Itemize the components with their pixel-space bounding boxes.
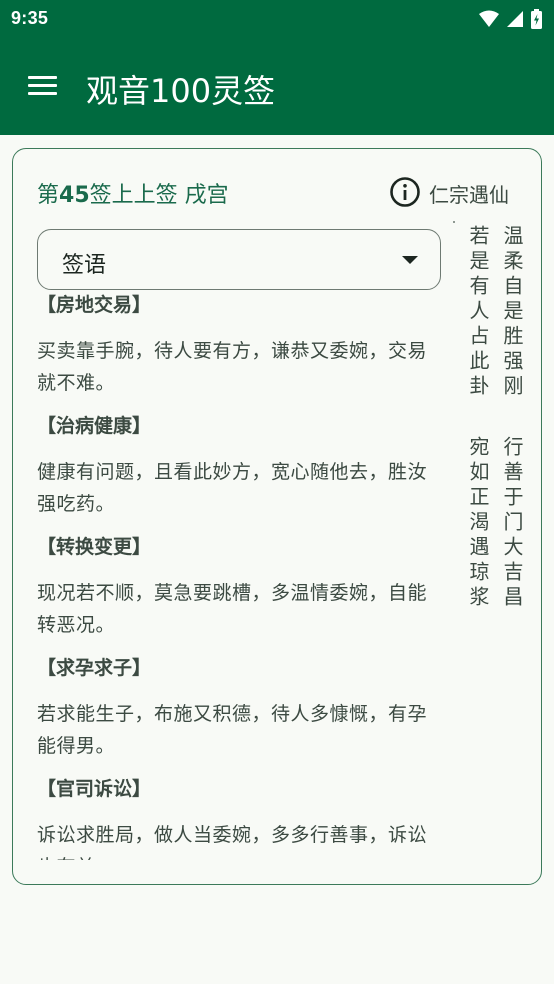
sign-title-suffix: 签上上签 戌宫 <box>89 183 229 208</box>
divider-dot <box>453 221 455 223</box>
sign-card: 第45签上上签 戌宫 仁宗遇仙 签语 【房地交易】 买卖靠手腕，待人要有方，谦恭… <box>12 148 542 885</box>
section-heading: 【官司诉讼】 <box>37 778 152 800</box>
poem-column-2: 若是有人占此卦 宛如正渴遇琼浆 <box>465 225 491 611</box>
interpretation-list[interactable]: 【房地交易】 买卖靠手腕，待人要有方，谦恭又委婉，交易就不难。 【治病健康】 健… <box>37 290 441 860</box>
section-lawsuit: 【官司诉讼】 诉讼求胜局，做人当委婉，多多行善事，诉讼也有益。 <box>37 774 441 860</box>
menu-icon[interactable] <box>28 76 58 98</box>
section-text: 现况若不顺，莫急要跳槽，多温情委婉，自能转恶况。 <box>37 582 428 636</box>
status-icons <box>479 9 542 29</box>
legend-name: 仁宗遇仙 <box>429 183 509 207</box>
cellular-signal-icon <box>507 11 523 27</box>
section-health: 【治病健康】 健康有问题，且看此妙方，宽心随他去，胜汝强吃药。 <box>37 411 441 520</box>
section-pregnancy: 【求孕求子】 若求能生子，布施又积德，待人多慷慨，有孕能得男。 <box>37 653 441 762</box>
sign-title-prefix: 第 <box>37 183 60 208</box>
section-text: 诉讼求胜局，做人当委婉，多多行善事，诉讼也有益。 <box>37 824 428 860</box>
poem-line: 宛如正渴遇琼浆 <box>466 436 490 611</box>
dropdown-caret-icon <box>402 256 418 264</box>
wifi-icon <box>479 10 499 27</box>
status-time: 9:35 <box>11 8 49 28</box>
section-text: 健康有问题，且看此妙方，宽心随他去，胜汝强吃药。 <box>37 461 428 515</box>
section-heading: 【转换变更】 <box>37 536 152 558</box>
sign-title: 第45签上上签 戌宫 <box>37 177 229 209</box>
info-icon[interactable] <box>389 176 421 208</box>
section-heading: 【房地交易】 <box>37 294 152 316</box>
section-change: 【转换变更】 现况若不顺，莫急要跳槽，多温情委婉，自能转恶况。 <box>37 532 441 641</box>
section-heading: 【求孕求子】 <box>37 657 152 679</box>
section-heading: 【治病健康】 <box>37 415 152 437</box>
poem-line: 若是有人占此卦 <box>466 225 490 400</box>
poem-line: 行善于门大吉昌 <box>500 436 524 611</box>
app-bar: 观音100灵签 <box>0 38 554 135</box>
section-text: 若求能生子，布施又积德，待人多慷慨，有孕能得男。 <box>37 703 428 757</box>
poem-line: 温柔自是胜强刚 <box>500 225 524 400</box>
section-real-estate: 【房地交易】 买卖靠手腕，待人要有方，谦恭又委婉，交易就不难。 <box>37 290 441 399</box>
dropdown-selected-value: 签语 <box>62 253 107 278</box>
app-title: 观音100灵签 <box>86 72 276 110</box>
poem-column-1: 温柔自是胜强刚 行善于门大吉昌 <box>499 225 525 611</box>
status-bar: 9:35 <box>0 0 554 38</box>
interpretation-dropdown[interactable]: 签语 <box>37 229 441 290</box>
section-text: 买卖靠手腕，待人要有方，谦恭又委婉，交易就不难。 <box>37 340 428 394</box>
sign-number: 45 <box>59 183 90 208</box>
sign-poem: 温柔自是胜强刚 行善于门大吉昌 若是有人占此卦 宛如正渴遇琼浆 <box>465 225 525 611</box>
battery-charging-icon <box>531 9 542 29</box>
